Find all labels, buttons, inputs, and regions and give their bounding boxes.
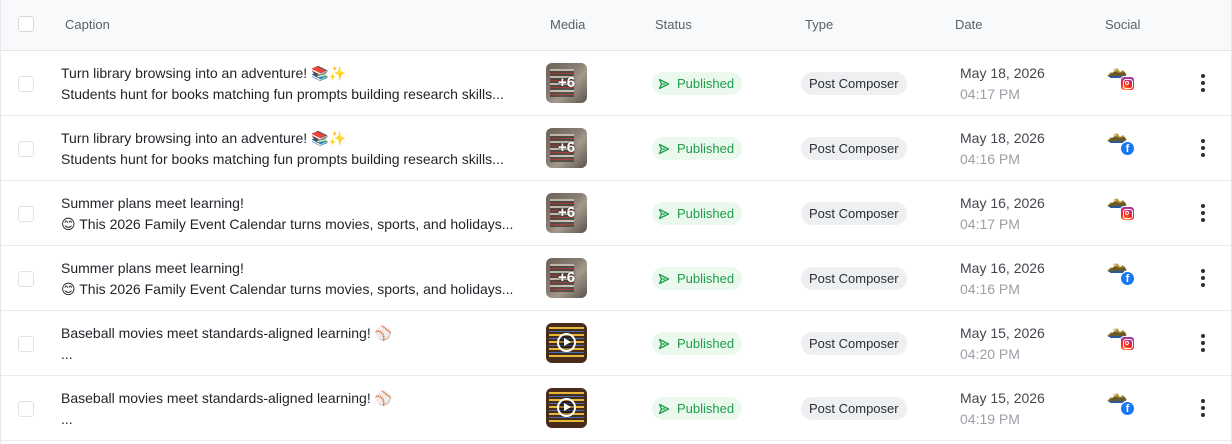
post-time: 04:16 PM <box>960 281 1020 297</box>
type-badge: Post Composer <box>801 332 907 355</box>
status-label: Published <box>677 401 735 416</box>
post-time: 04:16 PM <box>960 151 1020 167</box>
post-date: May 15, 2026 <box>960 325 1045 341</box>
facebook-icon: f <box>1120 271 1135 286</box>
play-icon <box>557 398 576 417</box>
send-icon <box>658 273 670 284</box>
post-time: 04:20 PM <box>960 346 1020 362</box>
more-options-icon[interactable] <box>1194 71 1212 95</box>
status-badge: Published <box>652 137 743 160</box>
instagram-icon <box>1120 336 1135 351</box>
column-header-type[interactable]: Type <box>805 0 833 51</box>
caption-title[interactable]: Summer plans meet learning! <box>61 260 523 276</box>
media-count: +6 <box>557 269 576 286</box>
row-checkbox[interactable] <box>18 271 34 287</box>
media-thumbnail[interactable]: +6 <box>546 193 587 233</box>
posts-table: Caption Media Status Type Date Social Tu… <box>0 0 1232 444</box>
row-checkbox[interactable] <box>18 336 34 352</box>
caption-title[interactable]: Summer plans meet learning! <box>61 195 523 211</box>
media-thumbnail[interactable] <box>546 388 587 428</box>
caption-preview[interactable]: ... <box>61 346 523 362</box>
type-badge: Post Composer <box>801 202 907 225</box>
row-checkbox[interactable] <box>18 141 34 157</box>
caption-preview[interactable]: 😊 This 2026 Family Event Calendar turns … <box>61 216 523 233</box>
table-row[interactable]: Baseball movies meet standards-aligned l… <box>1 376 1231 441</box>
status-badge: Published <box>652 267 743 290</box>
caption-preview[interactable]: Students hunt for books matching fun pro… <box>61 151 523 167</box>
table-row[interactable]: Baseball movies meet standards-aligned l… <box>1 311 1231 376</box>
send-icon <box>658 78 670 89</box>
column-header-date[interactable]: Date <box>955 0 982 51</box>
table-row[interactable]: Summer plans meet learning! 😊 This 2026 … <box>1 181 1231 246</box>
send-icon <box>658 338 670 349</box>
instagram-icon <box>1120 76 1135 91</box>
caption-preview[interactable]: ... <box>61 411 523 427</box>
row-checkbox[interactable] <box>18 401 34 417</box>
media-count: +6 <box>557 139 576 156</box>
media-thumbnail[interactable]: +6 <box>546 258 587 298</box>
type-badge: Post Composer <box>801 397 907 420</box>
table-header: Caption Media Status Type Date Social <box>1 0 1231 51</box>
more-options-icon[interactable] <box>1194 136 1212 160</box>
caption-title[interactable]: Baseball movies meet standards-aligned l… <box>61 325 523 342</box>
post-time: 04:17 PM <box>960 216 1020 232</box>
more-options-icon[interactable] <box>1194 266 1212 290</box>
post-date: May 16, 2026 <box>960 260 1045 276</box>
send-icon <box>658 208 670 219</box>
caption-preview[interactable]: 😊 This 2026 Family Event Calendar turns … <box>61 281 523 298</box>
media-count: +6 <box>557 74 576 91</box>
more-options-icon[interactable] <box>1194 331 1212 355</box>
column-header-caption[interactable]: Caption <box>65 0 110 51</box>
table-row[interactable]: Turn library browsing into an adventure!… <box>1 51 1231 116</box>
more-options-icon[interactable] <box>1194 201 1212 225</box>
status-label: Published <box>677 76 735 91</box>
row-checkbox[interactable] <box>18 76 34 92</box>
status-label: Published <box>677 206 735 221</box>
caption-title[interactable]: Baseball movies meet standards-aligned l… <box>61 390 523 407</box>
table-row[interactable]: Summer plans meet learning! 😊 This 2026 … <box>1 246 1231 311</box>
type-badge: Post Composer <box>801 267 907 290</box>
post-date: May 18, 2026 <box>960 65 1045 81</box>
column-header-media[interactable]: Media <box>550 0 585 51</box>
status-label: Published <box>677 141 735 156</box>
more-options-icon[interactable] <box>1194 396 1212 420</box>
status-badge: Published <box>652 397 743 420</box>
post-date: May 15, 2026 <box>960 390 1045 406</box>
row-checkbox[interactable] <box>18 206 34 222</box>
post-date: May 16, 2026 <box>960 195 1045 211</box>
status-badge: Published <box>652 332 743 355</box>
caption-title[interactable]: Turn library browsing into an adventure!… <box>61 130 523 147</box>
instagram-icon <box>1120 206 1135 221</box>
send-icon <box>658 403 670 414</box>
status-label: Published <box>677 271 735 286</box>
caption-preview[interactable]: Students hunt for books matching fun pro… <box>61 86 523 102</box>
play-icon <box>557 333 576 352</box>
status-badge: Published <box>652 202 743 225</box>
column-header-status[interactable]: Status <box>655 0 692 51</box>
media-count: +6 <box>557 204 576 221</box>
type-badge: Post Composer <box>801 137 907 160</box>
column-header-social[interactable]: Social <box>1105 0 1140 51</box>
status-label: Published <box>677 336 735 351</box>
facebook-icon: f <box>1120 141 1135 156</box>
post-time: 04:17 PM <box>960 86 1020 102</box>
select-all-checkbox[interactable] <box>18 16 34 32</box>
type-badge: Post Composer <box>801 72 907 95</box>
caption-title[interactable]: Turn library browsing into an adventure!… <box>61 65 523 82</box>
media-thumbnail[interactable]: +6 <box>546 63 587 103</box>
facebook-icon: f <box>1120 401 1135 416</box>
post-time: 04:19 PM <box>960 411 1020 427</box>
media-thumbnail[interactable]: +6 <box>546 128 587 168</box>
media-thumbnail[interactable] <box>546 323 587 363</box>
post-date: May 18, 2026 <box>960 130 1045 146</box>
status-badge: Published <box>652 72 743 95</box>
table-row[interactable]: Turn library browsing into an adventure!… <box>1 116 1231 181</box>
send-icon <box>658 143 670 154</box>
